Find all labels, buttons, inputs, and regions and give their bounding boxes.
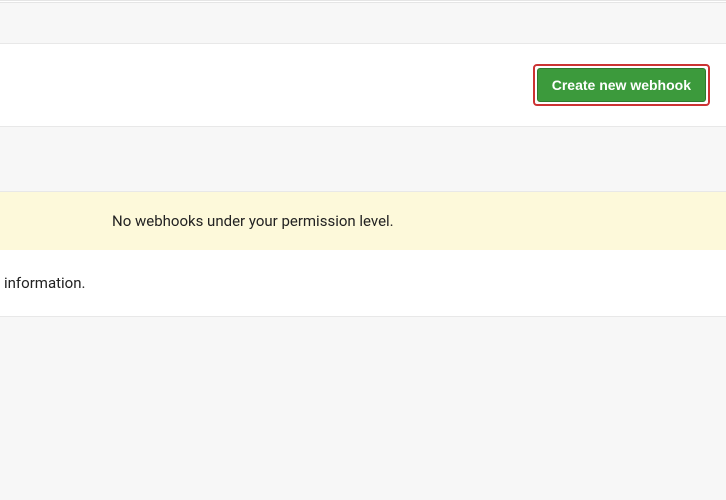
create-new-webhook-button[interactable]: Create new webhook [537, 68, 706, 102]
info-text-fragment: information. [4, 274, 726, 292]
empty-state-banner: No webhooks under your permission level. [0, 192, 726, 250]
header-panel: Create new webhook [0, 43, 726, 127]
create-button-highlight: Create new webhook [533, 64, 710, 106]
empty-state-message: No webhooks under your permission level. [112, 212, 726, 230]
spacer [0, 3, 726, 43]
content-panel: No webhooks under your permission level.… [0, 191, 726, 317]
